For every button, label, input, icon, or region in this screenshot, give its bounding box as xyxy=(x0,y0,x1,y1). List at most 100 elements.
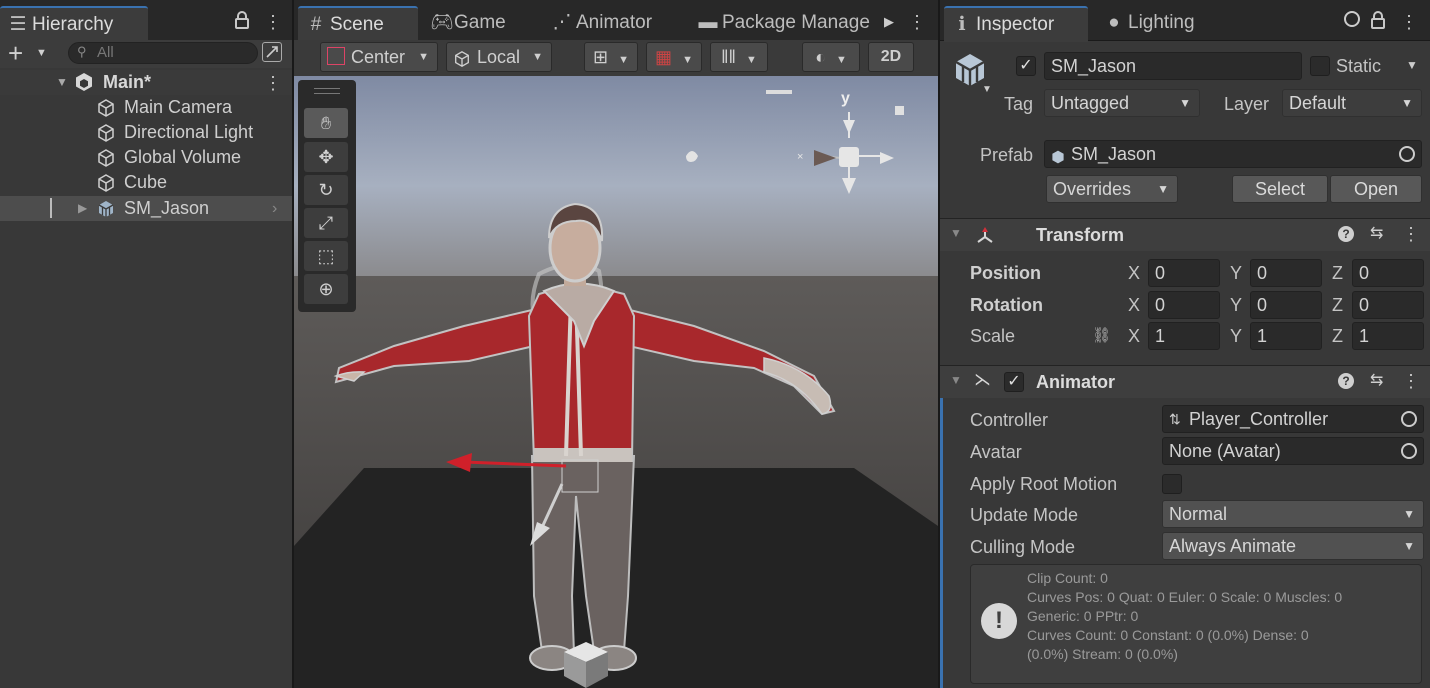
lock-icon[interactable] xyxy=(1370,10,1386,30)
active-checkbox[interactable]: ✓ xyxy=(1016,56,1036,76)
pivot-mode-dropdown[interactable]: Center ▼ xyxy=(320,42,438,72)
increment-snap-button[interactable]: ‖‖ ▼ xyxy=(710,42,768,72)
palette-grip[interactable] xyxy=(314,88,340,94)
prefab-select-button[interactable]: Select xyxy=(1232,175,1328,203)
culling-mode-dropdown[interactable]: Always Animate ▼ xyxy=(1162,532,1424,560)
animator-menu-icon[interactable]: ⋮ xyxy=(1402,371,1420,391)
tab-animator[interactable]: ⋰ Animator xyxy=(544,6,653,40)
hand-tool-button[interactable]: ✋︎ xyxy=(304,108,348,138)
layer-dropdown[interactable]: Default ▼ xyxy=(1282,89,1422,117)
scene-bar-icon xyxy=(766,90,792,94)
help-icon[interactable]: ? xyxy=(1338,373,1354,389)
chevron-right-icon[interactable]: › xyxy=(272,196,277,221)
tab-hierarchy[interactable]: ☰ Hierarchy xyxy=(0,6,148,42)
selection-marker xyxy=(50,198,52,218)
foldout-arrow-icon[interactable]: ▶ xyxy=(78,196,87,221)
object-picker-icon[interactable] xyxy=(1401,411,1417,427)
position-x-field[interactable]: 0 xyxy=(1148,259,1220,287)
presets-icon[interactable]: ⇆ xyxy=(1370,223,1383,243)
scene-visibility-icon[interactable] xyxy=(262,42,282,62)
scale-y-field[interactable]: 1 xyxy=(1250,322,1322,350)
scale-z-field[interactable]: 1 xyxy=(1352,322,1424,350)
grid-snapping-button[interactable]: ⊞ ▼ xyxy=(584,42,638,72)
draw-mode-button[interactable]: ◐ ▼ xyxy=(802,42,860,72)
lightbulb-icon: ● xyxy=(1108,12,1120,33)
pivot-rotation-dropdown[interactable]: Local ▼ xyxy=(446,42,552,72)
scene-panel: # Scene 🎮︎Game ⋰ Animator ▬ Package Manage … xyxy=(294,0,938,688)
chevron-down-icon[interactable]: ▼ xyxy=(36,47,47,59)
overrides-dropdown[interactable]: Overrides ▼ xyxy=(1046,175,1178,203)
apply-root-motion-checkbox[interactable] xyxy=(1162,474,1182,494)
hierarchy-item-directional-light[interactable]: Directional Light xyxy=(0,120,292,145)
hierarchy-menu-icon[interactable]: ⋮ xyxy=(264,12,282,32)
position-y-axis: Y xyxy=(1230,263,1243,283)
center-menu-icon[interactable]: ⋮ xyxy=(908,12,926,32)
scene-root[interactable]: ▼ Main* ⋮ xyxy=(0,70,292,95)
culling-mode-label: Culling Mode xyxy=(970,537,1076,557)
animator-enabled-checkbox[interactable]: ✓ xyxy=(1004,372,1024,392)
move-tool-button[interactable]: ✥ xyxy=(304,142,348,172)
chevron-down-icon: ▼ xyxy=(1401,96,1413,110)
list-icon: ☰ xyxy=(9,14,27,35)
rotate-tool-button[interactable]: ↻ xyxy=(304,175,348,205)
position-z-axis: Z xyxy=(1332,263,1343,283)
scene-menu-icon[interactable]: ⋮ xyxy=(264,73,282,93)
foldout-arrow-icon: ▼ xyxy=(950,226,962,240)
object-name-field[interactable]: SM_Jason xyxy=(1044,52,1302,80)
inspector-menu-icon[interactable]: ⋮ xyxy=(1400,12,1418,32)
scene-viewport[interactable]: × y xyxy=(294,76,938,688)
prefab-label: Prefab xyxy=(980,145,1034,165)
position-y-field[interactable]: 0 xyxy=(1250,259,1322,287)
info-line: (0.0%) Stream: 0 (0.0%) xyxy=(1027,646,1178,662)
animator-info-box: ! Clip Count: 0 Curves Pos: 0 Quat: 0 Eu… xyxy=(970,564,1422,684)
constrain-proportions-icon[interactable]: ⛓︎ xyxy=(1092,326,1111,344)
help-icon[interactable]: ? xyxy=(1338,226,1354,242)
orientation-gizmo[interactable]: × y xyxy=(794,90,904,200)
object-picker-icon[interactable] xyxy=(1401,443,1417,459)
tab-overflow-icon[interactable]: ▶ xyxy=(884,14,894,30)
tab-package-manager[interactable]: ▬ Package Manage xyxy=(690,6,880,40)
toggle-2d-button[interactable]: 2D xyxy=(868,42,914,72)
rotation-y-field[interactable]: 0 xyxy=(1250,291,1322,319)
prefab-field[interactable]: SM_Jason xyxy=(1044,140,1422,168)
tab-inspector[interactable]: ℹ Inspector xyxy=(944,6,1088,42)
animator-header[interactable]: ▼ ⋋ ✓ Animator ? ⇆ ⋮ xyxy=(940,365,1430,398)
hierarchy-item-cube[interactable]: Cube xyxy=(0,170,292,195)
position-z-field[interactable]: 0 xyxy=(1352,259,1424,287)
hierarchy-item-main-camera[interactable]: Main Camera xyxy=(0,95,292,120)
controller-field[interactable]: ⇅ Player_Controller xyxy=(1162,405,1424,433)
chevron-down-icon[interactable]: ▼ xyxy=(982,84,992,95)
transform-header[interactable]: ▼ Transform ? ⇆ ⋮ xyxy=(940,218,1430,251)
debug-toggle-icon[interactable] xyxy=(1344,11,1360,27)
chevron-down-icon: ▼ xyxy=(1157,182,1169,196)
add-icon[interactable]: + xyxy=(8,40,23,66)
object-picker-icon[interactable] xyxy=(1399,146,1415,162)
rect-tool-button[interactable]: ⬚ xyxy=(304,241,348,271)
avatar-field[interactable]: None (Avatar) xyxy=(1162,437,1424,465)
static-dropdown-icon[interactable]: ▼ xyxy=(1406,58,1418,72)
tab-lighting[interactable]: ● Lighting xyxy=(1096,6,1194,40)
pivot-center-icon xyxy=(327,47,345,65)
update-mode-label: Update Mode xyxy=(970,505,1079,525)
grid-visibility-button[interactable]: ▦ ▼ xyxy=(646,42,702,72)
rotation-z-field[interactable]: 0 xyxy=(1352,291,1424,319)
tab-game[interactable]: 🎮︎Game xyxy=(422,6,506,40)
apply-root-motion-label: Apply Root Motion xyxy=(970,474,1118,494)
presets-icon[interactable]: ⇆ xyxy=(1370,370,1383,390)
inspector-panel: ℹ Inspector ● Lighting ⋮ ▼ ✓ SM_Jason Stat… xyxy=(940,0,1430,688)
scale-icon: ⤢ xyxy=(318,213,334,233)
scale-x-field[interactable]: 1 xyxy=(1148,322,1220,350)
hierarchy-item-sm-jason[interactable]: ▶ SM_Jason › xyxy=(0,196,292,221)
scale-tool-button[interactable]: ⤢ xyxy=(304,208,348,238)
prefab-open-button[interactable]: Open xyxy=(1330,175,1422,203)
tab-scene[interactable]: # Scene xyxy=(298,6,418,42)
lock-icon[interactable] xyxy=(234,10,250,30)
rotation-x-field[interactable]: 0 xyxy=(1148,291,1220,319)
tag-dropdown[interactable]: Untagged ▼ xyxy=(1044,89,1200,117)
transform-tool-button[interactable]: ⊕ xyxy=(304,274,348,304)
hierarchy-item-global-volume[interactable]: Global Volume xyxy=(0,145,292,170)
search-input[interactable]: ⚲ All xyxy=(68,42,258,64)
transform-menu-icon[interactable]: ⋮ xyxy=(1402,224,1420,244)
static-checkbox[interactable] xyxy=(1310,56,1330,76)
update-mode-dropdown[interactable]: Normal ▼ xyxy=(1162,500,1424,528)
